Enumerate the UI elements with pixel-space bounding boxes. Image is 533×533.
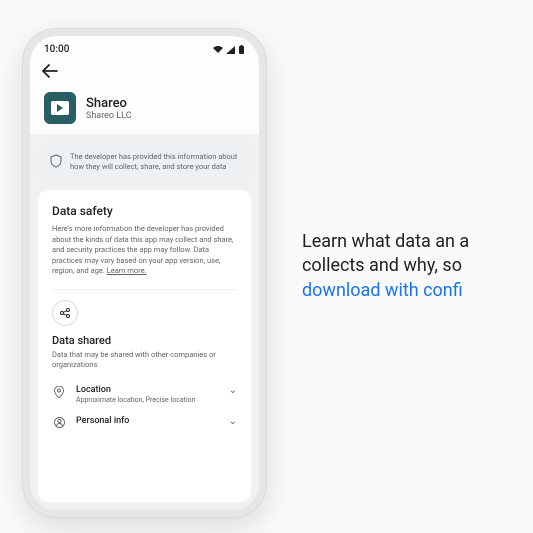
divider [52, 289, 237, 290]
row-detail: Approximate location, Precise location [76, 396, 219, 404]
data-shared-title: Data shared [52, 334, 237, 347]
person-icon [52, 417, 66, 428]
share-icon [59, 307, 71, 319]
data-safety-card: Data safety Here's more information the … [38, 190, 251, 502]
row-label: Location [76, 385, 219, 395]
learn-more-link[interactable]: Learn more. [107, 266, 147, 275]
data-row-location[interactable]: Location Approximate location, Precise l… [52, 381, 237, 412]
signal-icon [226, 46, 235, 54]
developer-notice: The developer has provided this informat… [38, 142, 251, 182]
wifi-icon [213, 46, 223, 54]
row-label: Personal info [76, 416, 219, 426]
data-safety-description: Here's more information the developer ha… [52, 224, 237, 277]
status-time: 10:00 [44, 44, 69, 55]
data-safety-title: Data safety [52, 204, 237, 218]
chevron-down-icon: ⌄ [229, 385, 237, 396]
location-icon [52, 386, 66, 398]
shield-icon [50, 153, 62, 172]
data-shared-subtitle: Data that may be shared with other compa… [52, 350, 237, 370]
notice-text: The developer has provided this informat… [70, 152, 239, 172]
battery-icon [238, 45, 245, 54]
app-icon [44, 92, 76, 124]
app-header: Shareo Shareo LLC [30, 90, 259, 134]
back-arrow-icon [42, 64, 58, 78]
status-bar: 10:00 [30, 36, 259, 57]
data-row-personal[interactable]: Personal info ⌄ [52, 412, 237, 436]
phone-screen: 10:00 Shareo Shareo LLC [30, 36, 259, 510]
app-publisher: Shareo LLC [86, 111, 132, 121]
app-name: Shareo [86, 96, 132, 111]
content-area: The developer has provided this informat… [30, 134, 259, 510]
promo-text: Learn what data an a collects and why, s… [302, 230, 532, 303]
back-button[interactable] [42, 63, 58, 82]
status-icons [213, 45, 245, 54]
chevron-down-icon: ⌄ [229, 416, 237, 427]
phone-frame: 10:00 Shareo Shareo LLC [22, 28, 267, 518]
top-bar [30, 57, 259, 90]
share-icon-circle [52, 300, 78, 326]
